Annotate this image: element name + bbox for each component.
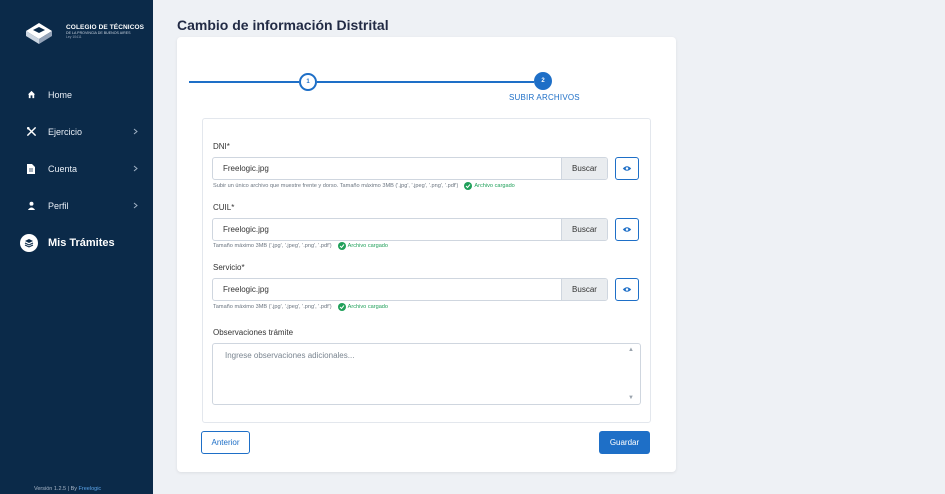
- step-1-circle[interactable]: 1: [299, 73, 317, 91]
- step-2-circle: 2: [534, 72, 552, 90]
- dni-file-input[interactable]: Freelogic.jpg Buscar: [212, 157, 608, 180]
- brand-logo[interactable]: COLEGIO DE TÉCNICOS DE LA PROVINCIA DE B…: [22, 14, 144, 50]
- servicio-help-text: Tamaño máximo 3MB ('.jpg', '.jpeg', '.pn…: [213, 304, 332, 310]
- dni-file-name: Freelogic.jpg: [223, 164, 269, 173]
- previous-button[interactable]: Anterior: [201, 431, 250, 454]
- dni-view-button[interactable]: [615, 157, 639, 180]
- dni-status: Archivo cargado: [464, 182, 515, 190]
- step-2-number: 2: [541, 78, 545, 84]
- user-icon: [24, 199, 38, 213]
- tools-icon: [24, 125, 38, 139]
- chevron-right-icon: [131, 127, 139, 135]
- cuil-view-button[interactable]: [615, 218, 639, 241]
- stepper-line-completed: [189, 81, 299, 83]
- sidebar-item-ejercicio[interactable]: Ejercicio: [0, 113, 153, 150]
- sidebar-item-home[interactable]: Home: [0, 76, 153, 113]
- chevron-right-icon: [131, 201, 139, 209]
- eye-icon: [622, 166, 632, 171]
- sidebar-item-label: Perfil: [48, 200, 69, 211]
- dni-help: Subir un único archivo que muestre frent…: [213, 182, 515, 190]
- sidebar-item-label: Cuenta: [48, 163, 78, 174]
- observaciones-label: Observaciones trámite: [213, 328, 294, 337]
- document-icon: [24, 162, 38, 176]
- version-text: Versión 1.2.5 | By Freelogic: [34, 486, 101, 492]
- sidebar-item-perfil[interactable]: Perfil: [0, 187, 153, 224]
- cuil-status: Archivo cargado: [337, 242, 389, 250]
- sidebar-item-cuenta[interactable]: Cuenta: [0, 150, 153, 187]
- cuil-help: Tamaño máximo 3MB ('.jpg', '.jpeg', '.pn…: [213, 242, 388, 250]
- cuil-file-input[interactable]: Freelogic.jpg Buscar: [212, 218, 608, 241]
- dni-help-text: Subir un único archivo que muestre frent…: [213, 183, 459, 189]
- servicio-status-text: Archivo cargado: [347, 304, 389, 310]
- page-title: Cambio de información Distrital: [177, 17, 389, 33]
- servicio-status: Archivo cargado: [337, 303, 389, 311]
- scroll-down-icon[interactable]: ▼: [628, 395, 634, 401]
- check-circle-icon: [337, 242, 346, 250]
- servicio-browse-button[interactable]: Buscar: [561, 279, 607, 300]
- cuil-status-text: Archivo cargado: [347, 243, 389, 249]
- check-circle-icon: [337, 303, 346, 311]
- logo-icon: [22, 17, 56, 47]
- cuil-help-text: Tamaño máximo 3MB ('.jpg', '.jpeg', '.pn…: [213, 243, 332, 249]
- dni-browse-button[interactable]: Buscar: [561, 158, 607, 179]
- servicio-label: Servicio*: [213, 263, 245, 272]
- sidebar: COLEGIO DE TÉCNICOS DE LA PROVINCIA DE B…: [0, 0, 153, 494]
- cuil-browse-button[interactable]: Buscar: [561, 219, 607, 240]
- sidebar-nav: Home Ejercicio Cuenta Perfil Mis Trámite…: [0, 76, 153, 261]
- check-circle-icon: [464, 182, 473, 190]
- brand-law: Ley 10411: [66, 34, 82, 39]
- home-icon: [24, 88, 38, 102]
- servicio-view-button[interactable]: [615, 278, 639, 301]
- eye-icon: [622, 227, 632, 232]
- observaciones-textarea[interactable]: Ingrese observaciones adicionales... ▲ ▼: [212, 343, 641, 405]
- step-2-label: SUBIR ARCHIVOS: [509, 93, 580, 102]
- servicio-help: Tamaño máximo 3MB ('.jpg', '.jpeg', '.pn…: [213, 303, 388, 311]
- sidebar-item-mis-tramites[interactable]: Mis Trámites: [0, 224, 153, 261]
- eye-icon: [622, 287, 632, 292]
- developer-link[interactable]: Freelogic: [79, 486, 102, 492]
- procedures-icon: [20, 233, 38, 252]
- servicio-file-name: Freelogic.jpg: [223, 285, 269, 294]
- observaciones-placeholder: Ingrese observaciones adicionales...: [225, 351, 355, 360]
- servicio-file-input[interactable]: Freelogic.jpg Buscar: [212, 278, 608, 301]
- dni-label: DNI*: [213, 142, 230, 151]
- cuil-file-name: Freelogic.jpg: [223, 225, 269, 234]
- sidebar-item-label: Mis Trámites: [48, 236, 115, 249]
- scroll-up-icon[interactable]: ▲: [628, 347, 634, 353]
- save-button[interactable]: Guardar: [599, 431, 650, 454]
- sidebar-item-label: Home: [48, 89, 73, 100]
- chevron-right-icon: [131, 164, 139, 172]
- cuil-label: CUIL*: [213, 203, 235, 212]
- sidebar-item-label: Ejercicio: [48, 126, 83, 137]
- version-label: Versión 1.2.5 | By: [34, 486, 78, 492]
- dni-status-text: Archivo cargado: [474, 183, 515, 189]
- stepper-line-progress: [317, 81, 534, 83]
- step-1-number: 1: [306, 79, 310, 85]
